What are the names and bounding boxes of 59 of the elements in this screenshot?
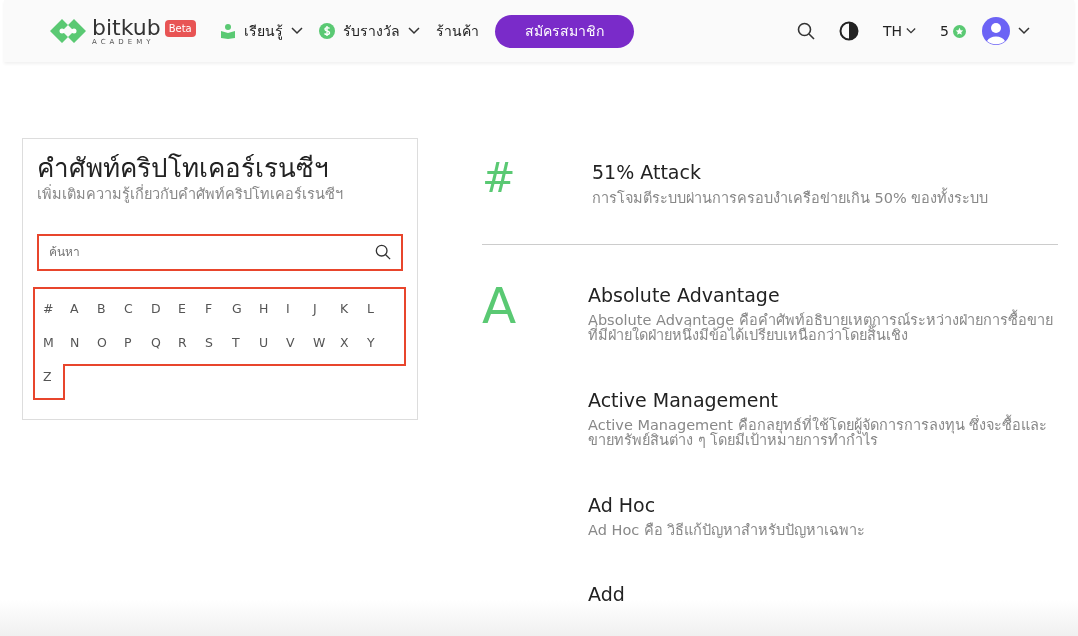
term-title[interactable]: Add — [588, 580, 1058, 609]
letter-link[interactable]: D — [151, 296, 178, 321]
term-title[interactable]: Ad Hoc — [588, 490, 1058, 520]
profile-menu[interactable] — [982, 17, 1030, 45]
beta-badge: Beta — [164, 20, 196, 37]
search-icon[interactable] — [797, 22, 815, 40]
letter-link[interactable]: M — [43, 330, 70, 355]
term-title[interactable]: Absolute Advantage — [588, 280, 1058, 310]
chevron-down-icon — [290, 27, 303, 35]
letter-link[interactable]: Z — [43, 364, 70, 389]
letter-link[interactable]: A — [70, 296, 97, 321]
letter-link[interactable]: G — [232, 296, 259, 321]
glossary-subtitle: เพิ่มเติมความรู้เกี่ยวกับคำศัพท์คริปโทเคอร์เรนซีฯ — [37, 184, 344, 205]
search-icon[interactable] — [375, 243, 391, 260]
points-count: 5 — [940, 21, 949, 41]
term-title[interactable]: Active Management — [588, 385, 1058, 415]
letter-link[interactable]: V — [286, 330, 313, 355]
logo-text: bitkub — [92, 16, 161, 39]
logo-icon — [48, 16, 88, 46]
letter-link[interactable]: W — [313, 330, 340, 355]
letter-link[interactable]: T — [232, 330, 259, 355]
letter-link[interactable]: Y — [367, 330, 394, 355]
term-title[interactable]: 51% Attack — [592, 158, 1058, 187]
theme-toggle-icon[interactable] — [839, 21, 859, 41]
letter-link[interactable]: N — [70, 330, 97, 355]
letter-link[interactable]: K — [340, 296, 367, 321]
search-field[interactable]: ค้นหา — [37, 233, 403, 271]
letter-link[interactable]: H — [259, 296, 286, 321]
term-description: Ad Hoc คือ วิธีแก้ปัญหาสำหรับปัญหาเฉพาะ — [588, 523, 867, 539]
chevron-down-icon — [906, 27, 917, 35]
chevron-down-icon — [407, 27, 420, 35]
section-letter: # — [482, 158, 517, 203]
letter-link[interactable]: Q — [151, 330, 178, 355]
letter-link[interactable]: U — [259, 330, 286, 355]
letter-link[interactable]: # — [43, 296, 70, 321]
dollar-coin-icon — [318, 23, 335, 39]
signup-button[interactable]: สมัครสมาชิก — [494, 14, 634, 48]
section-letter: A — [482, 280, 518, 337]
letter-link[interactable]: B — [97, 296, 124, 321]
letter-link[interactable]: P — [124, 330, 151, 355]
nav-menu-item[interactable]: รับรางวัล — [318, 20, 420, 42]
star-coin-icon — [953, 24, 966, 38]
language-selector[interactable]: TH — [883, 20, 917, 42]
letter-link[interactable]: L — [367, 296, 394, 321]
letter-link[interactable]: E — [178, 296, 205, 321]
nav-menu-item[interactable]: เรียนรู้ — [219, 20, 303, 42]
letter-link[interactable]: C — [124, 296, 151, 321]
glossary-title: คำศัพท์คริปโทเคอร์เรนซีฯ — [37, 153, 330, 184]
letter-link[interactable]: F — [205, 296, 232, 321]
avatar-icon — [982, 17, 1010, 45]
letter-link[interactable]: O — [97, 330, 124, 355]
letter-link[interactable]: X — [340, 330, 367, 355]
letter-link[interactable]: R — [178, 330, 205, 355]
chevron-down-icon — [1018, 27, 1030, 35]
letter-link[interactable]: J — [313, 296, 340, 321]
letter-link[interactable]: I — [286, 296, 313, 321]
nav-menu-item[interactable]: ร้านค้า — [435, 20, 479, 42]
letter-link[interactable]: S — [205, 330, 232, 355]
reader-icon — [219, 23, 236, 39]
